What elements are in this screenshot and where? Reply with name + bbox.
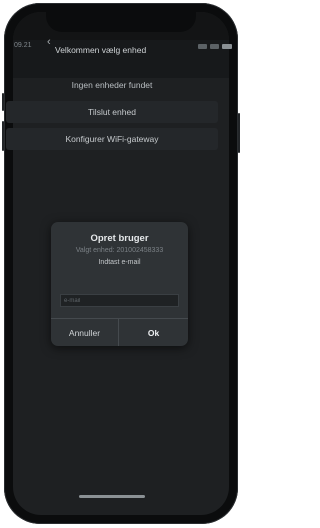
configure-wifi-gateway-button[interactable]: Konfigurer WiFi-gateway bbox=[6, 128, 218, 150]
signal-icon bbox=[198, 44, 207, 49]
side-button bbox=[2, 121, 4, 151]
dialog-title: Opret bruger bbox=[90, 233, 149, 244]
chevron-left-icon[interactable]: ‹ bbox=[47, 36, 51, 48]
wifi-icon bbox=[210, 44, 219, 49]
email-field[interactable] bbox=[60, 294, 179, 307]
status-indicators bbox=[198, 44, 232, 49]
battery-icon bbox=[222, 44, 232, 49]
side-button bbox=[238, 113, 240, 153]
phone-frame: 09.21 ‹ Velkommen vælg enhed Ingen enhed… bbox=[2, 3, 240, 524]
notch bbox=[46, 12, 196, 32]
home-indicator[interactable] bbox=[79, 495, 145, 498]
cancel-button[interactable]: Annuller bbox=[51, 319, 118, 346]
side-button bbox=[2, 93, 4, 111]
dialog-prompt: Indtast e-mail bbox=[98, 259, 141, 266]
page-title: Velkommen vælg enhed bbox=[55, 45, 147, 55]
ok-button[interactable]: Ok bbox=[119, 319, 188, 346]
list-item-no-devices: Ingen enheder fundet bbox=[71, 80, 153, 90]
create-user-dialog: Opret bruger Valgt enhed: 201002458333 I… bbox=[51, 222, 188, 346]
status-time: 09.21 bbox=[14, 42, 32, 49]
connect-device-button[interactable]: Tilslut enhed bbox=[6, 101, 218, 123]
selected-device-text: Valgt enhed: 201002458333 bbox=[75, 247, 164, 254]
